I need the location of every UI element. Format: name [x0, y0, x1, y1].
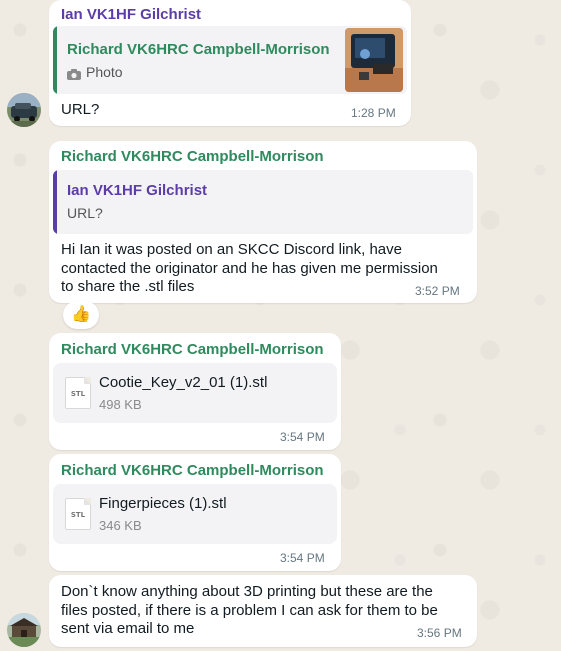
message-line: files posted, if there is a problem I ca… [61, 601, 438, 619]
message-bubble[interactable]: Richard VK6HRC Campbell-Morrison STL Coo… [49, 333, 341, 450]
message-sender[interactable]: Richard VK6HRC Campbell-Morrison [61, 462, 324, 479]
file-icon: STL [65, 377, 91, 409]
file-attachment[interactable]: STL Cootie_Key_v2_01 (1).stl 498 KB [53, 363, 337, 423]
file-icon: STL [65, 498, 91, 530]
file-extension: STL [70, 511, 86, 519]
quote-bar [53, 26, 57, 94]
message-sender[interactable]: Richard VK6HRC Campbell-Morrison [61, 148, 324, 165]
message-sender[interactable]: Ian VK1HF Gilchrist [61, 6, 201, 23]
message-bubble[interactable]: Richard VK6HRC Campbell-Morrison Ian VK1… [49, 141, 477, 303]
message-time: 3:54 PM [280, 551, 325, 565]
file-extension: STL [70, 390, 86, 398]
camera-icon [67, 67, 81, 80]
message-time: 1:28 PM [351, 106, 396, 120]
reaction-thumbs-up[interactable]: 👍 [63, 301, 99, 329]
file-size: 346 KB [99, 518, 142, 533]
quoted-photo-thumbnail[interactable] [345, 28, 403, 92]
message-line: contacted the originator and he has give… [61, 259, 438, 277]
message-text: Hi Ian it was posted on an SKCC Discord … [61, 241, 471, 297]
message-bubble[interactable]: Don`t know anything about 3D printing bu… [49, 575, 477, 647]
message-line: to share the .stl files [61, 278, 195, 295]
message-line: Hi Ian it was posted on an SKCC Discord … [61, 241, 402, 258]
message-bubble[interactable]: Richard VK6HRC Campbell-Morrison STL Fin… [49, 454, 341, 571]
file-name: Fingerpieces (1).stl [99, 495, 227, 512]
file-size: 498 KB [99, 397, 142, 412]
message-line: Don`t know anything about 3D printing bu… [61, 583, 433, 600]
message-time: 3:56 PM [417, 626, 462, 640]
avatar[interactable] [7, 93, 41, 127]
message-sender[interactable]: Richard VK6HRC Campbell-Morrison [61, 341, 324, 358]
message-bubble[interactable]: Ian VK1HF Gilchrist Richard VK6HRC Campb… [49, 0, 411, 126]
message-line: sent via email to me [61, 620, 195, 637]
message-text: URL? [61, 101, 100, 118]
quoted-message[interactable]: Richard VK6HRC Campbell-Morrison Photo [53, 26, 407, 94]
message-time: 3:54 PM [280, 430, 325, 444]
quoted-sender: Ian VK1HF Gilchrist [67, 182, 208, 199]
file-name: Cootie_Key_v2_01 (1).stl [99, 374, 268, 391]
quoted-sender: Richard VK6HRC Campbell-Morrison [67, 41, 330, 58]
message-text: Don`t know anything about 3D printing bu… [61, 583, 471, 639]
quoted-message[interactable]: Ian VK1HF Gilchrist URL? [53, 170, 473, 234]
file-attachment[interactable]: STL Fingerpieces (1).stl 346 KB [53, 484, 337, 544]
avatar[interactable] [7, 613, 41, 647]
message-time: 3:52 PM [415, 284, 460, 298]
quoted-text: Photo [86, 64, 123, 80]
quote-bar [53, 170, 57, 234]
quoted-text: URL? [67, 205, 103, 221]
